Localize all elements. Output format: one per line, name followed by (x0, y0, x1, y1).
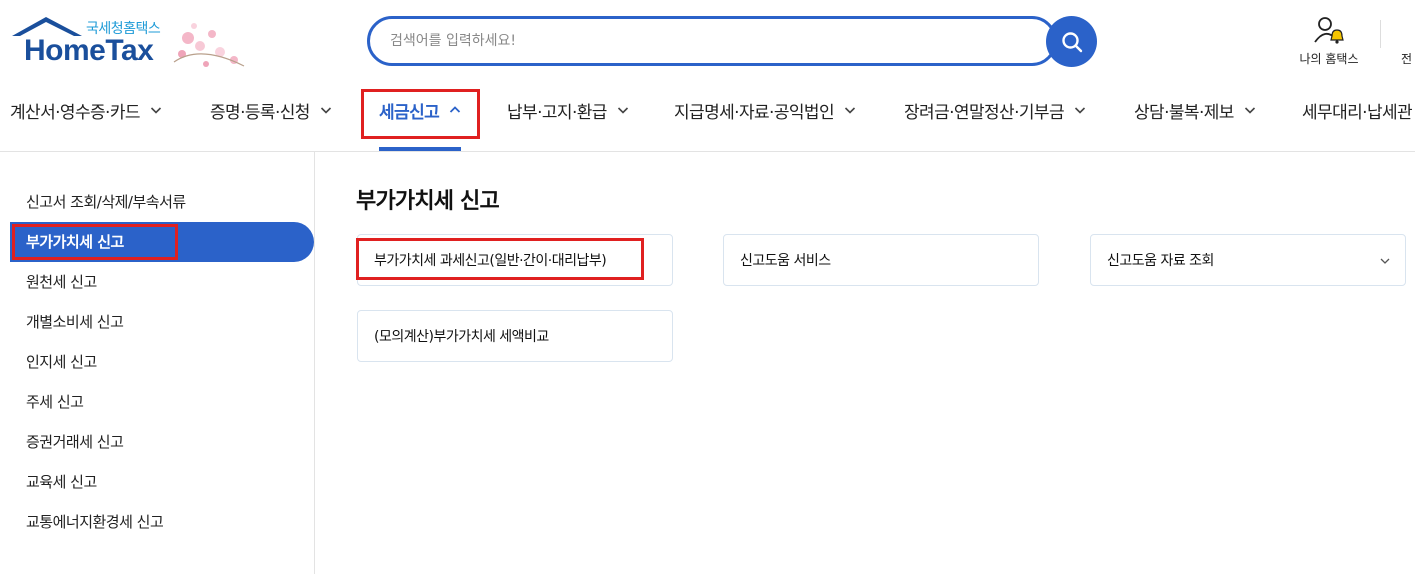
nav-item-label: 계산서·영수증·카드 (10, 102, 141, 123)
sidebar-item-return-lookup[interactable]: 신고서 조회/삭제/부속서류 (26, 191, 186, 215)
card-filing-help[interactable]: 신고도움 서비스 (723, 234, 1039, 286)
sidebar-item-transport-tax[interactable]: 교통에너지환경세 신고 (26, 511, 164, 535)
nav-item-incentive[interactable]: 장려금·연말정산·기부금 (904, 80, 1086, 140)
main-nav: 계산서·영수증·카드 증명·등록·신청 세금신고 납부·고지·환급 지급명세·자… (0, 80, 1415, 152)
nav-item-label: 증명·등록·신청 (210, 102, 310, 123)
nav-item-payment[interactable]: 납부·고지·환급 (507, 80, 629, 140)
sidebar-item-stamp-tax[interactable]: 인지세 신고 (26, 351, 97, 375)
cherry-blossom-icon (173, 23, 245, 67)
page-title: 부가가치세 신고 (356, 189, 500, 214)
search-box (367, 16, 1057, 66)
card-label: 신고도움 자료 조회 (1107, 253, 1214, 269)
sidebar: 신고서 조회/삭제/부속서류 부가가치세 신고 원천세 신고 개별소비세 신고 … (0, 152, 315, 574)
sidebar-item-securities-tax[interactable]: 증권거래세 신고 (26, 431, 124, 455)
chevron-down-icon (617, 107, 628, 114)
my-hometax-link[interactable]: 나의 홈택스 (1290, 12, 1368, 68)
nav-active-underline (379, 147, 461, 151)
sidebar-item-education-tax[interactable]: 교육세 신고 (26, 471, 97, 495)
nav-item-label: 상담·불복·제보 (1134, 102, 1234, 123)
chevron-down-icon (1244, 107, 1255, 114)
card-filing-data-lookup[interactable]: 신고도움 자료 조회 (1090, 234, 1406, 286)
nav-item-invoice[interactable]: 계산서·영수증·카드 (10, 80, 162, 140)
search-icon (1061, 31, 1082, 52)
sidebar-item-vat-filing[interactable]: 부가가치세 신고 (26, 231, 124, 255)
card-vat-simulation[interactable]: (모의계산)부가가치세 세액비교 (357, 310, 673, 362)
header: 국세청홈택스 HomeTax 검색어를 입력하세요! 나의 홈택스 전 (0, 0, 1415, 80)
nav-item-statement[interactable]: 지급명세·자료·공익법인 (674, 80, 856, 140)
hometax-logo[interactable]: 국세청홈택스 HomeTax (10, 14, 245, 72)
search-input[interactable] (390, 29, 1030, 53)
nav-item-tax-agent[interactable]: 세무대리·납세관 (1302, 80, 1413, 140)
nav-item-label: 지급명세·자료·공익법인 (674, 102, 835, 123)
header-link-cut[interactable]: 전 (1401, 50, 1412, 67)
user-bell-icon (1314, 17, 1344, 44)
chevron-up-icon (450, 106, 461, 113)
chevron-down-icon (1074, 107, 1086, 114)
search-button[interactable] (1046, 16, 1097, 67)
nav-item-tax-filing[interactable]: 세금신고 (379, 80, 461, 140)
nav-item-label: 납부·고지·환급 (507, 102, 607, 123)
header-divider (1380, 20, 1381, 48)
card-label: 신고도움 서비스 (740, 253, 831, 269)
logo-wordmark: HomeTax (24, 34, 154, 67)
sidebar-item-withholding-tax[interactable]: 원천세 신고 (26, 271, 97, 295)
my-hometax-label: 나의 홈택스 (1299, 52, 1359, 66)
hometax-page: 국세청홈택스 HomeTax 검색어를 입력하세요! 나의 홈택스 전 계산서·… (0, 0, 1415, 574)
card-label: (모의계산)부가가치세 세액비교 (374, 329, 549, 345)
sidebar-item-liquor-tax[interactable]: 주세 신고 (26, 391, 84, 415)
chevron-down-icon (150, 107, 162, 114)
sidebar-item-excise-tax[interactable]: 개별소비세 신고 (26, 311, 124, 335)
nav-item-label: 장려금·연말정산·기부금 (904, 102, 1065, 123)
nav-item-certificate[interactable]: 증명·등록·신청 (210, 80, 332, 140)
card-vat-return[interactable]: 부가가치세 과세신고(일반·간이·대리납부) (357, 234, 673, 286)
nav-item-label: 세무대리·납세관 (1302, 102, 1413, 123)
card-label: 부가가치세 과세신고(일반·간이·대리납부) (374, 253, 607, 269)
chevron-down-icon (844, 107, 856, 114)
nav-item-consult[interactable]: 상담·불복·제보 (1134, 80, 1256, 140)
chevron-down-icon (1380, 258, 1390, 264)
nav-item-label: 세금신고 (379, 102, 440, 123)
chevron-down-icon (320, 107, 331, 114)
